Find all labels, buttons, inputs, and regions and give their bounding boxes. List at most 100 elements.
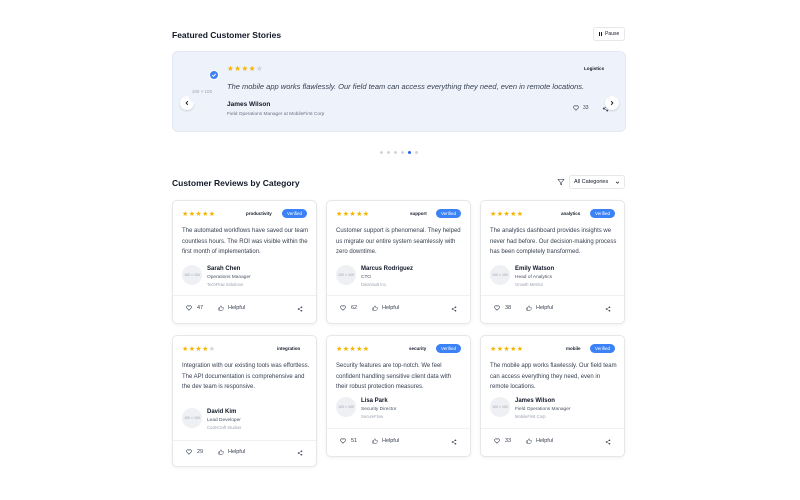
reviewer-role: CTO — [361, 275, 372, 280]
pause-button[interactable]: Pause — [593, 27, 625, 41]
featured-like-button[interactable]: 33 — [573, 105, 589, 111]
carousel-dot[interactable] — [401, 151, 404, 154]
featured-role: Field Operations Manager at MobileFirst … — [227, 112, 325, 117]
verified-badge: Verified — [589, 344, 615, 353]
category-tag: analytics — [561, 211, 581, 216]
helpful-button[interactable]: Helpful — [526, 305, 553, 311]
verified-check-icon — [209, 70, 219, 80]
rating-stars: ★★★★★ — [182, 346, 216, 353]
helpful-button[interactable]: Helpful — [526, 438, 553, 444]
thumbs-up-icon — [372, 438, 378, 444]
share-icon[interactable] — [297, 450, 303, 456]
helpful-label: Helpful — [228, 449, 246, 455]
like-count: 29 — [197, 449, 204, 455]
helpful-label: Helpful — [382, 305, 400, 311]
rating-stars: ★★★★★ — [490, 211, 524, 218]
review-text: Integration with our existing tools was … — [182, 363, 310, 390]
rating-stars: ★★★★★ — [182, 211, 216, 218]
review-text: Customer support is phenomenal. They hel… — [336, 228, 461, 255]
thumbs-up-icon — [526, 438, 532, 444]
helpful-button[interactable]: Helpful — [372, 305, 399, 311]
reviewer-company: TechFlow Solutions — [207, 282, 244, 287]
like-count: 38 — [505, 305, 512, 311]
divider — [327, 428, 470, 429]
review-text: The automated workflows have saved our t… — [182, 228, 309, 255]
featured-like-count: 33 — [583, 105, 589, 111]
share-icon[interactable] — [451, 439, 457, 445]
review-card: ★★★★★ support Verified Customer support is … — [326, 200, 471, 324]
review-card: ★★★★★ integration Integration with our exi… — [172, 335, 317, 467]
heart-icon — [186, 449, 192, 455]
pause-label: Pause — [605, 31, 620, 37]
share-icon[interactable] — [605, 439, 611, 445]
helpful-button[interactable]: Helpful — [218, 449, 245, 455]
share-icon[interactable] — [297, 306, 303, 312]
like-count: 33 — [505, 438, 512, 444]
like-button[interactable]: 38 — [494, 305, 511, 311]
like-count: 47 — [197, 305, 204, 311]
divider — [327, 295, 470, 296]
divider — [481, 428, 624, 429]
featured-avatar: 100 × 100 — [187, 76, 217, 106]
carousel-dot[interactable] — [394, 151, 397, 154]
verified-badge: Verified — [589, 209, 615, 218]
thumbs-up-icon — [372, 305, 378, 311]
helpful-label: Helpful — [228, 305, 246, 311]
next-arrow-button[interactable] — [605, 96, 619, 110]
like-count: 62 — [351, 305, 358, 311]
avatar: 100 × 100 — [182, 408, 202, 428]
like-button[interactable]: 51 — [340, 438, 357, 444]
avatar: 100 × 100 — [336, 265, 356, 285]
reviewer-name: James Wilson — [515, 398, 555, 404]
category-filter-select[interactable]: All Categories — [569, 175, 625, 189]
heart-icon — [340, 438, 346, 444]
review-text: The mobile app works flawlessly. Our fie… — [490, 363, 617, 390]
like-button[interactable]: 29 — [186, 449, 203, 455]
helpful-label: Helpful — [536, 438, 554, 444]
featured-category-tag: Logistics — [584, 66, 605, 71]
category-tag: security — [409, 346, 427, 351]
like-count: 51 — [351, 438, 358, 444]
like-button[interactable]: 62 — [340, 305, 357, 311]
category-filter-value: All Categories — [574, 179, 609, 185]
avatar: 100 × 100 — [490, 397, 510, 417]
reviewer-company: SecureFlow — [361, 414, 384, 419]
helpful-button[interactable]: Helpful — [372, 438, 399, 444]
share-icon[interactable] — [451, 306, 457, 312]
reviews-section-title: Customer Reviews by Category — [172, 178, 300, 188]
like-button[interactable]: 33 — [494, 438, 511, 444]
avatar: 100 × 100 — [336, 397, 356, 417]
share-icon[interactable] — [605, 306, 611, 312]
like-button[interactable]: 47 — [186, 305, 203, 311]
reviewer-name: Emily Watson — [515, 266, 555, 272]
reviewer-role: Lead Developer — [207, 418, 241, 423]
reviewer-role: Field Operations Manager — [515, 407, 571, 412]
category-tag: support — [410, 211, 427, 216]
reviewer-company: CodeCraft Studios — [207, 425, 242, 430]
helpful-label: Helpful — [536, 305, 554, 311]
divider — [173, 295, 316, 296]
featured-name: James Wilson — [227, 101, 271, 108]
reviewer-role: Head of Analytics — [515, 275, 553, 280]
featured-rating-stars: ★★★★★ — [227, 64, 264, 73]
chevron-down-icon — [615, 181, 620, 184]
heart-icon — [494, 438, 500, 444]
heart-icon — [340, 305, 346, 311]
carousel-dot[interactable] — [415, 151, 418, 154]
thumbs-up-icon — [218, 449, 224, 455]
helpful-button[interactable]: Helpful — [218, 305, 245, 311]
filter-icon — [557, 179, 565, 186]
carousel-dot[interactable] — [387, 151, 390, 154]
heart-icon — [573, 105, 579, 111]
carousel-dots — [380, 151, 418, 154]
rating-stars: ★★★★★ — [336, 211, 370, 218]
carousel-dot[interactable] — [380, 151, 383, 154]
pause-icon — [598, 32, 603, 36]
verified-badge: Verified — [281, 209, 307, 218]
reviewer-role: Operations Manager — [207, 275, 251, 280]
verified-badge: Verified — [435, 344, 461, 353]
verified-badge: Verified — [435, 209, 461, 218]
carousel-dot[interactable] — [408, 151, 411, 154]
heart-icon — [494, 305, 500, 311]
reviewer-name: Lisa Park — [361, 398, 388, 404]
